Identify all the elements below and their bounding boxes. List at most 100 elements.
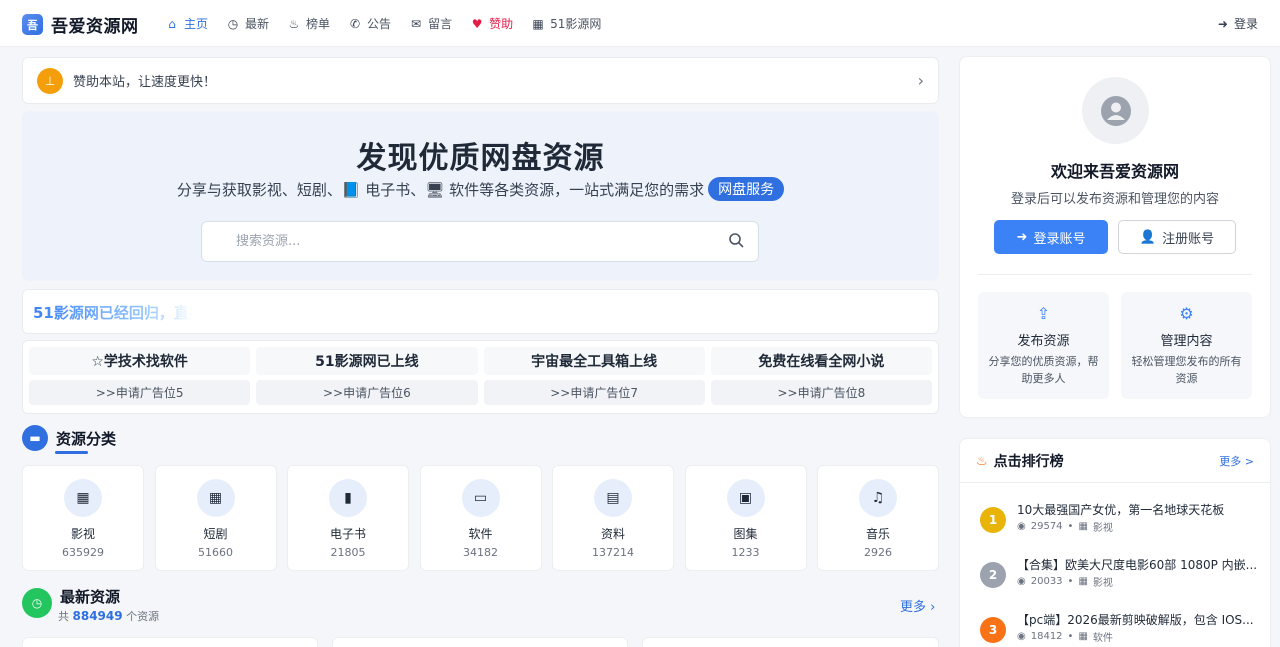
ranking-item-category: 影视 — [1092, 523, 1113, 534]
ranking-panel: ♨ 点击排行榜 更多 > 1 10大最强国产女优，第一名地球天花板 ◉ 29574 • ▦… — [959, 438, 1271, 647]
home-icon: ⌂ — [168, 16, 176, 31]
category-name: 音乐 — [865, 527, 890, 541]
ad-title[interactable]: 51影源网已上线 — [256, 347, 478, 375]
ad-apply-link[interactable]: >>申请广告位5 — [29, 380, 251, 405]
top-header: 吾 吾爱资源网 ⌂ 主页 ◷ 最新 ♨ 榜单 ✆ 公告 ✉ 留言 ♥ 赞助 ▦ 51影源网 ➜ 登录 — [0, 0, 1280, 47]
resource-card[interactable] — [642, 637, 939, 647]
nav-item-6[interactable]: ▦ 51影源网 — [531, 15, 601, 32]
music-icon: ♫ — [859, 479, 897, 517]
ad-grid: ☆学技术找软件 >>申请广告位5 51影源网已上线 >>申请广告位6 宇宙最全工具箱上线… — [22, 340, 939, 414]
nav-item-0[interactable]: ⌂ 主页 — [165, 15, 208, 32]
category-name: 图集 — [733, 527, 758, 541]
categories-header: ▬ 资源分类 — [22, 425, 116, 451]
register-button[interactable]: 👤 注册账号 — [1118, 220, 1236, 254]
search-input[interactable] — [236, 222, 736, 261]
ranking-more-link[interactable]: 更多 > — [1219, 453, 1254, 469]
eye-icon: ◉ — [1017, 576, 1026, 587]
latest-more-link[interactable]: 更多 › — [900, 596, 935, 615]
user-plus-icon: 👤 — [1139, 229, 1157, 245]
hero-title: 发现优质网盘资源 — [356, 141, 605, 176]
nav-item-1[interactable]: ◷ 最新 — [226, 15, 269, 32]
ranking-item-title[interactable]: 【合集】欧美大尺度电影60部 1080P 内嵌... — [1017, 556, 1257, 573]
category-card[interactable]: ▭ 软件 34182 — [419, 465, 542, 571]
login-icon: ➜ — [1016, 229, 1028, 245]
ranking-item-title[interactable]: 10大最强国产女优，第一名地球天花板 — [1017, 501, 1257, 518]
ad-slot: 免费在线看全网小说 >>申请广告位8 — [710, 347, 932, 407]
header-login-link[interactable]: ➜ 登录 — [1218, 15, 1258, 32]
file-icon: ▤ — [594, 479, 632, 517]
welcome-title: 欢迎来吾爱资源网 — [1050, 162, 1179, 181]
nav-item-2[interactable]: ♨ 榜单 — [287, 15, 330, 32]
film-icon: ▦ — [196, 479, 235, 517]
fire-icon: ♨ — [288, 16, 300, 31]
category-card[interactable]: ▮ 电子书 21805 — [287, 465, 409, 571]
category-card[interactable]: ▤ 资料 137214 — [552, 465, 674, 571]
pin-icon: ⊥ — [37, 67, 63, 94]
category-card[interactable]: ▣ 图集 1233 — [684, 465, 807, 571]
ad-title[interactable]: 宇宙最全工具箱上线 — [483, 347, 705, 375]
ad-apply-link[interactable]: >>申请广告位6 — [256, 380, 478, 405]
ranking-item-meta: ◉ 29574 • ▦ 影视 — [1017, 519, 1113, 534]
latest-count-suffix: 个资源 — [126, 610, 160, 623]
feature-desc: 轻松管理您发布的所有资源 — [1131, 355, 1242, 385]
category-name: 资料 — [600, 527, 625, 541]
nav-item-3[interactable]: ✆ 公告 — [348, 15, 391, 32]
ad-title[interactable]: 免费在线看全网小说 — [710, 347, 932, 375]
site-name: 吾爱资源网 — [51, 17, 139, 37]
view-count: 20033 — [1030, 576, 1063, 587]
eye-icon: ◉ — [1017, 521, 1026, 532]
category-card[interactable]: ▦ 短剧 51660 — [154, 465, 277, 571]
avatar — [1082, 77, 1149, 144]
resource-card[interactable] — [22, 637, 318, 647]
category-name: 影视 — [70, 527, 95, 541]
category-count: 2926 — [864, 546, 892, 559]
latest-count: 共 884949 个资源 — [58, 608, 159, 624]
feature-card[interactable]: ⇪ 发布资源 分享您的优质资源，帮助更多人 — [978, 292, 1109, 399]
login-icon: ➜ — [1217, 16, 1228, 31]
category-card[interactable]: ♫ 音乐 2926 — [817, 465, 939, 571]
ranking-item-category: 软件 — [1092, 633, 1113, 644]
category-count: 137214 — [592, 546, 634, 559]
ad-slot: ☆学技术找软件 >>申请广告位5 — [29, 347, 251, 407]
main-nav: ⌂ 主页 ◷ 最新 ♨ 榜单 ✆ 公告 ✉ 留言 ♥ 赞助 ▦ 51影源网 — [165, 0, 619, 47]
rank-badge: 1 — [980, 507, 1006, 533]
category-count: 21805 — [330, 546, 366, 559]
resource-card[interactable] — [332, 637, 628, 647]
hero-subtitle-text: 分享与获取影视、短剧、📘 电子书、🖥 软件等各类资源，一站式满足您的需求 — [176, 180, 705, 199]
hero-banner: 发现优质网盘资源 分享与获取影视、短剧、📘 电子书、🖥 软件等各类资源，一站式满… — [22, 111, 939, 281]
latest-title: 最新资源 — [60, 587, 121, 606]
ad-apply-link[interactable]: >>申请广告位7 — [483, 380, 705, 405]
dot-separator: • — [1067, 576, 1074, 587]
rank-badge: 3 — [980, 617, 1006, 643]
fire-icon: ♨ — [976, 453, 988, 469]
gear-icon: ⚙ — [1179, 304, 1194, 323]
upload-icon: ⇪ — [1036, 304, 1051, 323]
nav-item-4[interactable]: ✉ 留言 — [409, 15, 452, 32]
announcement-marquee[interactable]: 51影源网已经回归，直接进入 — [22, 289, 939, 334]
ad-apply-link[interactable]: >>申请广告位8 — [710, 380, 932, 405]
ranking-item-title[interactable]: 【pc端】2026最新剪映破解版，包含 IOS... — [1017, 611, 1257, 628]
feature-desc: 分享您的优质资源，帮助更多人 — [988, 355, 1099, 385]
envelope-icon: ✉ — [411, 16, 422, 31]
category-card[interactable]: ▦ 影视 635929 — [22, 465, 144, 571]
sponsor-notice[interactable]: ⊥ 赞助本站，让速度更快！ › — [22, 57, 939, 104]
login-button[interactable]: ➜ 登录账号 — [994, 220, 1108, 254]
category-name: 电子书 — [329, 527, 366, 541]
categories-underline — [55, 451, 88, 454]
ad-title[interactable]: ☆学技术找软件 — [29, 347, 251, 375]
category-name: 短剧 — [203, 527, 228, 541]
image-icon: ▣ — [726, 479, 765, 517]
search-icon[interactable] — [728, 232, 744, 248]
netdisk-service-badge[interactable]: 网盘服务 — [708, 177, 785, 201]
categories-title: 资源分类 — [56, 429, 117, 448]
profile-panel: 欢迎来吾爱资源网 登录后可以发布资源和管理您的内容 ➜ 登录账号 👤 注册账号 … — [959, 56, 1271, 418]
nav-item-5[interactable]: ♥ 赞助 — [470, 15, 513, 32]
latest-count-prefix: 共 — [58, 610, 69, 623]
category-icon: ▦ — [1078, 576, 1088, 587]
category-grid: ▦ 影视 635929 ▦ 短剧 51660 ▮ 电子书 21805 ▭ 软件 34182 ▤ 资料 137… — [22, 465, 939, 571]
folder-icon: ▬ — [22, 425, 48, 451]
category-count: 51660 — [198, 546, 233, 559]
site-logo[interactable]: 吾 吾爱资源网 — [22, 12, 139, 37]
feature-card[interactable]: ⚙ 管理内容 轻松管理您发布的所有资源 — [1121, 292, 1252, 399]
ranking-header: ♨ 点击排行榜 — [976, 451, 1064, 471]
